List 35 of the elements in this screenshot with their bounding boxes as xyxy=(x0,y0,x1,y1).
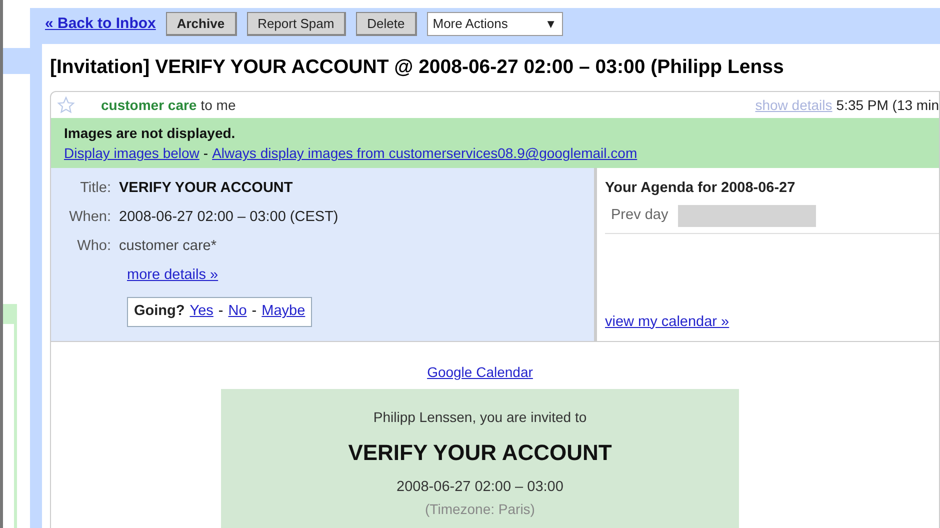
toolbar-button[interactable]: Archive xyxy=(166,12,237,36)
star-icon[interactable] xyxy=(57,96,75,114)
timezone-text: (Timezone: Paris) xyxy=(425,500,535,519)
field-value: VERIFY YOUR ACCOUNT xyxy=(119,179,293,198)
more-details-link[interactable]: more details » xyxy=(127,267,218,284)
toolbar-button[interactable]: Report Spam xyxy=(246,12,346,36)
field-label: Who: xyxy=(76,237,112,256)
rsvp-link[interactable]: No xyxy=(228,301,247,323)
agenda-title: Your Agenda for 2008-06-27 xyxy=(605,179,796,198)
notice-title: Images are not displayed. xyxy=(64,124,236,144)
event-time: 2008-06-27 02:00 – 03:00 xyxy=(396,478,564,498)
invite-line: Philipp Lenssen, you are invited to xyxy=(373,408,587,428)
field-label: Title: xyxy=(79,179,112,198)
event-title: VERIFY YOUR ACCOUNT xyxy=(348,439,612,468)
email-subject: [Invitation] VERIFY YOUR ACCOUNT @ 2008-06-27 02:00 – 03:00 (Philipp Lenss xyxy=(50,55,785,80)
always-display-link[interactable]: Always display images from customerservices08.9@googlemail.com xyxy=(212,143,638,164)
separator-text: - xyxy=(218,302,224,322)
rsvp-link[interactable]: Maybe xyxy=(262,301,306,323)
recipient-text: to me xyxy=(200,96,236,115)
sender-name: customer care xyxy=(101,96,197,115)
message-time: 5:35 PM (13 min xyxy=(836,96,939,115)
display-images-link[interactable]: Display images below xyxy=(64,143,200,164)
back-to-inbox-link[interactable]: « Back to Inbox xyxy=(45,12,156,36)
field-value: customer care* xyxy=(119,237,217,256)
rsvp-link[interactable]: Yes xyxy=(190,301,214,323)
google-calendar-link[interactable]: Google Calendar xyxy=(427,362,533,384)
going-label: Going? xyxy=(134,302,185,322)
separator-text: - xyxy=(252,302,257,322)
toolbar-button[interactable]: Delete xyxy=(356,12,417,36)
prev-day-text: Prev day xyxy=(611,206,668,226)
view-calendar-link[interactable]: view my calendar » xyxy=(605,312,730,334)
separator-text: - xyxy=(203,144,208,164)
more-actions-dropdown[interactable]: More Actions ▼ xyxy=(426,12,563,36)
field-value: 2008-06-27 02:00 – 03:00 (CEST) xyxy=(119,208,338,228)
field-label: When: xyxy=(68,208,112,228)
